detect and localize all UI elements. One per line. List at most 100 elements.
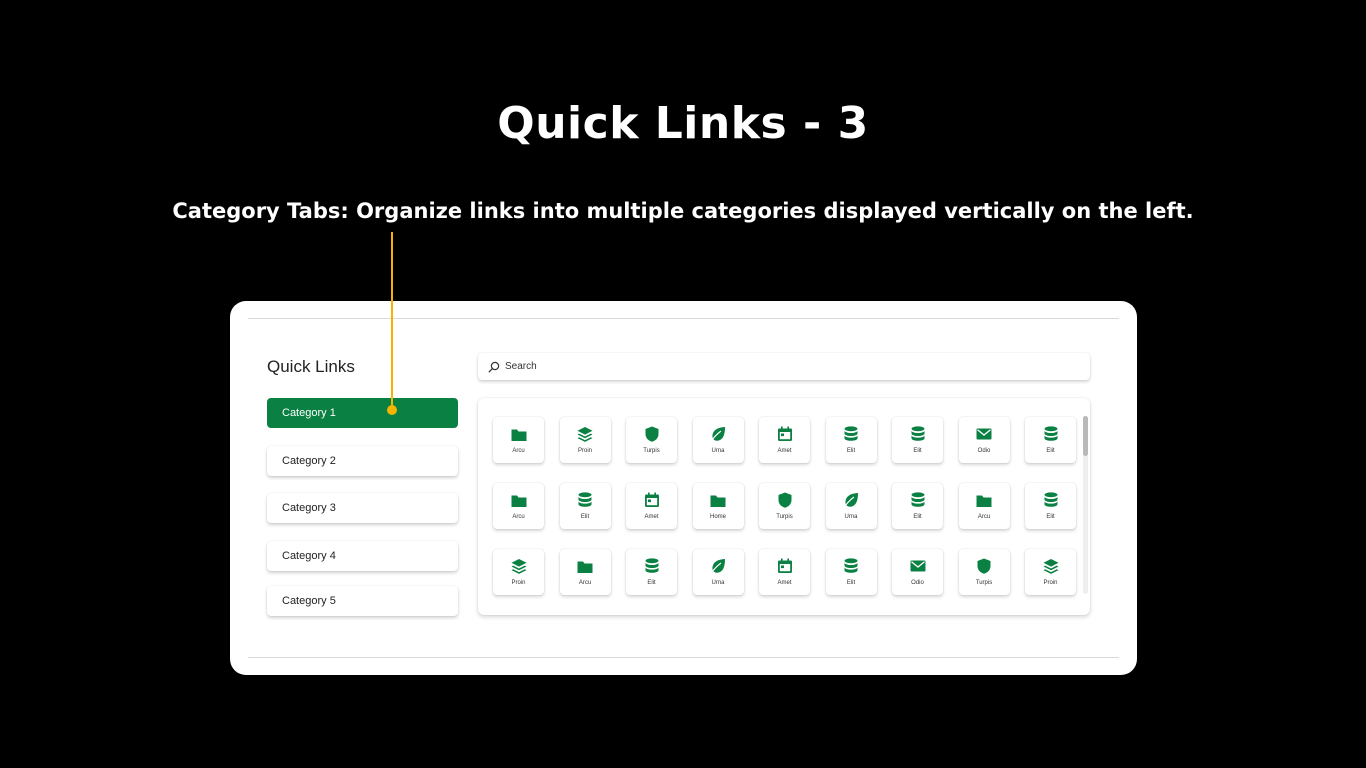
leaf-icon — [710, 427, 725, 442]
quick-link-label: Turpis — [776, 514, 793, 520]
callout-dot — [387, 405, 397, 415]
quick-link-label: Proin — [511, 580, 526, 586]
quick-link-tile[interactable]: Amet — [626, 483, 677, 529]
quick-link-tile[interactable]: Turpis — [626, 417, 677, 463]
database-icon — [844, 426, 858, 441]
quick-link-tile[interactable]: Odio — [892, 549, 943, 595]
folder-icon — [976, 495, 992, 507]
quick-link-label: Arcu — [512, 448, 525, 454]
quick-link-label: Elit — [647, 580, 656, 586]
quick-link-label: Proin — [1043, 580, 1058, 586]
calendar-icon — [644, 492, 659, 507]
database-icon — [911, 492, 924, 507]
quick-link-tile[interactable]: Odio — [958, 417, 1010, 463]
category-tab-5[interactable]: Category 5 — [267, 586, 458, 616]
database-icon — [844, 558, 858, 573]
quick-link-label: Elit — [913, 514, 922, 520]
quick-link-tile[interactable]: Elit — [626, 549, 677, 595]
slide-title: Quick Links - 3 — [497, 98, 869, 149]
quick-link-tile[interactable]: Elit — [1025, 483, 1076, 529]
layers-icon — [1043, 559, 1058, 574]
quick-link-label: Urna — [711, 580, 725, 586]
scrollbar-thumb[interactable] — [1083, 416, 1088, 456]
quick-link-tile[interactable]: Home — [692, 483, 744, 529]
quick-link-label: Elit — [1046, 514, 1055, 520]
quick-link-label: Elit — [1046, 448, 1055, 454]
quick-link-tile[interactable]: Arcu — [958, 483, 1010, 529]
quick-link-label: Elit — [913, 448, 922, 454]
quick-link-tile[interactable]: Arcu — [559, 549, 611, 595]
folder-icon — [511, 495, 526, 507]
callout-line — [391, 232, 393, 411]
quick-link-tile[interactable]: Turpis — [958, 549, 1010, 595]
quick-link-tile[interactable]: Urna — [825, 483, 877, 529]
quick-link-label: Urna — [711, 448, 725, 454]
quick-link-label: Arcu — [977, 514, 991, 520]
quick-link-tile[interactable]: Urna — [692, 417, 744, 463]
quick-link-tile[interactable]: Elit — [892, 417, 943, 463]
folder-icon — [710, 495, 726, 507]
quick-link-tile[interactable]: Turpis — [759, 483, 810, 529]
quick-link-tile[interactable]: Urna — [692, 549, 744, 595]
quick-link-label: Elit — [846, 580, 856, 586]
calendar-icon — [777, 558, 792, 573]
quick-link-tile[interactable]: Elit — [559, 483, 611, 529]
quick-link-tile[interactable]: Amet — [759, 417, 810, 463]
quick-link-label: Arcu — [512, 514, 525, 520]
widget-title: Quick Links — [267, 357, 355, 376]
quick-link-label: Amet — [644, 514, 659, 520]
quick-link-tile[interactable]: Elit — [892, 483, 943, 529]
quick-link-label: Turpis — [643, 448, 660, 454]
leaf-icon — [843, 493, 858, 508]
quick-link-tile[interactable]: Elit — [825, 417, 877, 463]
quick-link-tile[interactable]: Amet — [759, 549, 810, 595]
quick-link-label: Odio — [977, 448, 991, 454]
quick-link-label: Proin — [577, 448, 592, 454]
quick-links-card: Quick Links Category 1 Category 2 Catego… — [230, 301, 1137, 675]
quick-link-label: Odio — [911, 580, 924, 586]
scrollbar[interactable] — [1083, 416, 1088, 594]
quick-link-tile[interactable]: Proin — [559, 417, 611, 463]
quick-link-label: Elit — [580, 514, 590, 520]
search-input[interactable] — [505, 361, 1065, 372]
links-grid: Arcu Proin Turpis Urna Amet Elit Elit Odio Elit A… — [478, 398, 1090, 615]
divider — [248, 318, 1119, 319]
category-tab-4[interactable]: Category 4 — [267, 541, 458, 571]
shield-icon — [645, 426, 658, 442]
folder-icon — [577, 561, 593, 573]
calendar-icon — [777, 426, 792, 441]
category-tab-3[interactable]: Category 3 — [267, 493, 458, 523]
database-icon — [578, 492, 592, 507]
quick-link-label: Amet — [777, 448, 792, 454]
mail-icon — [910, 560, 925, 572]
database-icon — [911, 426, 924, 441]
quick-link-tile[interactable]: Proin — [1025, 549, 1076, 595]
search-icon — [488, 361, 500, 372]
quick-link-label: Elit — [846, 448, 856, 454]
quick-link-tile[interactable]: Elit — [825, 549, 877, 595]
quick-link-tile[interactable]: Arcu — [493, 417, 544, 463]
quick-link-label: Arcu — [578, 580, 592, 586]
divider — [248, 657, 1119, 658]
database-icon — [1044, 426, 1057, 441]
search-box[interactable] — [478, 353, 1090, 380]
database-icon — [1044, 492, 1057, 507]
quick-link-label: Turpis — [975, 580, 993, 586]
quick-link-label: Amet — [777, 580, 792, 586]
quick-link-label: Urna — [844, 514, 858, 520]
layers-icon — [577, 427, 593, 442]
quick-link-tile[interactable]: Elit — [1025, 417, 1076, 463]
mail-icon — [976, 428, 992, 440]
layers-icon — [511, 559, 526, 574]
shield-icon — [977, 558, 991, 574]
slide-subtitle: Category Tabs: Organize links into multi… — [172, 199, 1194, 223]
quick-link-tile[interactable]: Proin — [493, 549, 544, 595]
folder-icon — [511, 429, 526, 441]
shield-icon — [778, 492, 791, 508]
category-tab-1[interactable]: Category 1 — [267, 398, 458, 428]
database-icon — [645, 558, 658, 573]
leaf-icon — [710, 559, 725, 574]
quick-link-tile[interactable]: Arcu — [493, 483, 544, 529]
quick-link-label: Home — [709, 514, 726, 520]
category-tab-2[interactable]: Category 2 — [267, 446, 458, 476]
